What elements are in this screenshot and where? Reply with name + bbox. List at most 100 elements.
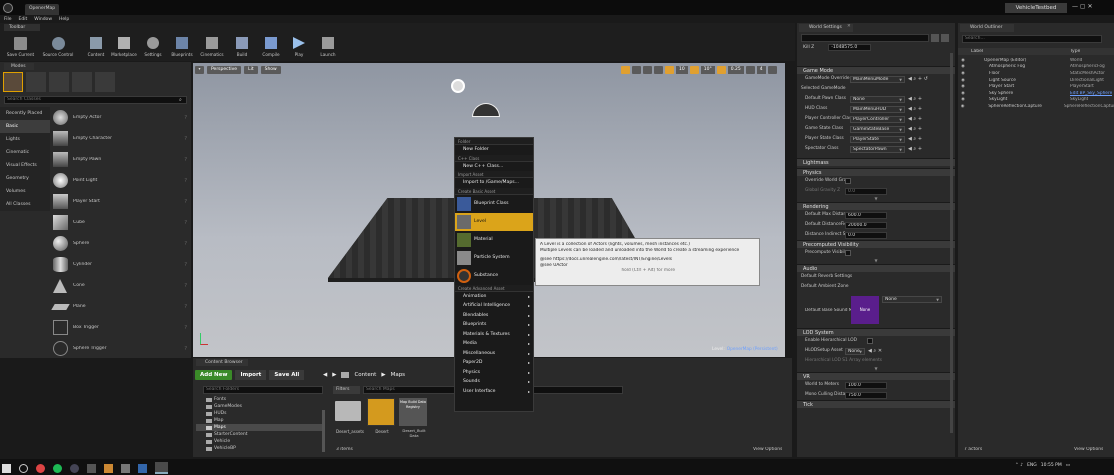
menu-import[interactable]: Import to /Game/Maps... (455, 178, 533, 188)
ue-logo-icon[interactable] (3, 3, 13, 13)
search-folders-input[interactable]: Search Folders (203, 386, 323, 394)
tree-item[interactable]: HUDs (196, 410, 324, 417)
category-volumes[interactable]: Volumes (0, 185, 50, 198)
mono-culling-input[interactable]: 750.0 (845, 391, 887, 399)
perspective-button[interactable]: Perspective (207, 66, 242, 74)
marketplace-button[interactable]: Marketplace (109, 36, 139, 57)
notification-icon[interactable]: ▭ (1066, 463, 1070, 468)
toolbar-tab[interactable]: Toolbar (4, 24, 40, 31)
world-to-meters-input[interactable]: 100.0 (845, 381, 887, 389)
scale-snap-icon[interactable] (716, 66, 726, 74)
kill-z-input[interactable]: -1048575.0 (828, 44, 872, 51)
world-icon[interactable] (654, 66, 663, 74)
show-button[interactable]: Show (260, 66, 281, 74)
content-button[interactable]: Content (83, 36, 109, 57)
reverb-row[interactable]: Default Reverb Settings (797, 272, 955, 282)
menu-blueprints[interactable]: Blueprints ▸ (455, 320, 533, 330)
game-state-dropdown[interactable]: GameStateBase (850, 125, 905, 133)
row-actions[interactable]: ◀ ⌕ + (908, 144, 922, 154)
list-item[interactable]: Plane? (51, 296, 187, 317)
category-all-classes[interactable]: All Classes (0, 198, 50, 211)
help-icon[interactable]: ? (184, 283, 187, 289)
physics-section[interactable]: Physics (797, 168, 955, 176)
list-item[interactable]: Cone? (53, 275, 187, 296)
sky-sphere-icon[interactable] (472, 103, 500, 117)
build-button[interactable]: Build (227, 36, 257, 57)
menu-blueprint-class[interactable]: Blueprint Class (455, 195, 533, 213)
lightmass-section[interactable]: Lightmass (797, 158, 955, 166)
menu-new-folder[interactable]: New Folder (455, 145, 533, 155)
outliner-row[interactable]: ◉ Sky Sphere Edit BP_Sky_Sphere (958, 90, 1114, 97)
label-column[interactable]: Label (958, 49, 1070, 54)
place-mode-icon[interactable] (3, 72, 23, 92)
settings-button[interactable]: Settings (139, 36, 167, 57)
help-icon[interactable]: ? (184, 157, 187, 163)
modes-tab[interactable]: Modes (4, 63, 34, 70)
spectator-class-dropdown[interactable]: SpectatorPawn (850, 145, 905, 153)
tree-item-selected[interactable]: Maps (196, 424, 324, 431)
override-gravity-checkbox[interactable] (845, 178, 851, 184)
default-pawn-dropdown[interactable]: None (850, 95, 905, 103)
edit-blueprint-link[interactable]: Edit BP_Sky_Sphere (1070, 91, 1112, 96)
hud-class-dropdown[interactable]: MainMenuHUD (850, 105, 905, 113)
grid-view-icon[interactable] (931, 34, 939, 42)
tree-item[interactable]: GameModes (196, 403, 324, 410)
row-actions[interactable]: ◀ ⌕ ✕ (868, 346, 882, 356)
app-icon[interactable] (87, 463, 96, 473)
category-basic[interactable]: Basic (0, 120, 50, 133)
game-mode-section[interactable]: Game Mode (797, 66, 955, 74)
eye-icon[interactable]: ◉ (958, 84, 968, 89)
menu-physics[interactable]: Physics ▸ (455, 368, 533, 378)
scale-snap-value[interactable]: 0.25 (727, 66, 744, 74)
grid-snap-icon[interactable] (665, 66, 674, 74)
launch-button[interactable]: Launch (313, 36, 343, 57)
asset-tile[interactable]: Desert_assets (335, 398, 365, 434)
window-controls[interactable]: — ▢ ✕ (1072, 3, 1093, 10)
list-item[interactable]: Sphere Trigger? (53, 338, 187, 359)
eye-icon[interactable]: ◉ (958, 71, 968, 76)
tree-item[interactable]: StarterContent (196, 431, 324, 438)
menu-miscellaneous[interactable]: Miscellaneous ▸ (455, 349, 533, 359)
row-actions[interactable]: ◀ ⌕ + (908, 124, 922, 134)
help-icon[interactable]: ? (184, 262, 187, 268)
render-input[interactable]: 600.0 (845, 211, 887, 219)
details-search-input[interactable] (801, 34, 929, 42)
menu-edit[interactable]: Edit (19, 17, 28, 22)
eye-icon[interactable]: ◉ (958, 64, 968, 69)
help-icon[interactable]: ? (184, 115, 187, 121)
list-item[interactable]: Empty Character? (53, 128, 187, 149)
windows-start-icon[interactable] (2, 463, 11, 473)
lit-button[interactable]: Lit (244, 66, 258, 74)
list-item[interactable]: Box Trigger? (53, 317, 187, 338)
outliner-view-options-button[interactable]: View Options (1074, 447, 1103, 452)
menu-user-interface[interactable]: User Interface ▸ (455, 387, 533, 397)
menu-animation[interactable]: Animation ▸ (455, 292, 533, 302)
category-recently-placed[interactable]: Recently Placed (0, 107, 50, 120)
help-icon[interactable]: ? (184, 346, 187, 352)
app-icon[interactable] (138, 463, 147, 473)
list-item[interactable]: Empty Pawn? (53, 149, 187, 170)
outliner-row[interactable]: ◉ Light Source DirectionalLight (958, 77, 1114, 84)
outliner-row[interactable]: ◉ Atmospheric Fog AtmosphericFog (958, 64, 1114, 71)
menu-particle-system[interactable]: Particle System (455, 249, 533, 267)
render-input[interactable]: 0.0 (845, 231, 887, 239)
breadcrumb-content[interactable]: Content (354, 372, 376, 378)
eye-icon[interactable]: ◉ (958, 97, 968, 102)
player-state-dropdown[interactable]: PlayerState (850, 135, 905, 143)
outliner-row[interactable]: ◉ Floor StaticMeshActor (958, 70, 1114, 77)
rotate-icon[interactable] (632, 66, 641, 74)
outliner-row[interactable]: ◉ OpenerMap (Editor) World (958, 57, 1114, 64)
eye-icon[interactable] (941, 34, 949, 42)
vr-section[interactable]: VR (797, 372, 955, 380)
menu-file[interactable]: File (4, 17, 12, 22)
list-item[interactable]: Player Start? (53, 191, 187, 212)
help-icon[interactable]: ? (184, 199, 187, 205)
row-actions[interactable]: ◀ ⌕ + ↺ (908, 74, 928, 84)
geometry-mode-icon[interactable] (95, 72, 115, 92)
list-item[interactable]: Cylinder? (53, 254, 187, 275)
precompute-checkbox[interactable] (845, 250, 851, 256)
help-icon[interactable]: ? (184, 325, 187, 331)
paint-mode-icon[interactable] (26, 72, 46, 92)
menu-window[interactable]: Window (34, 17, 52, 22)
render-input[interactable]: 20000.0 (845, 221, 887, 229)
